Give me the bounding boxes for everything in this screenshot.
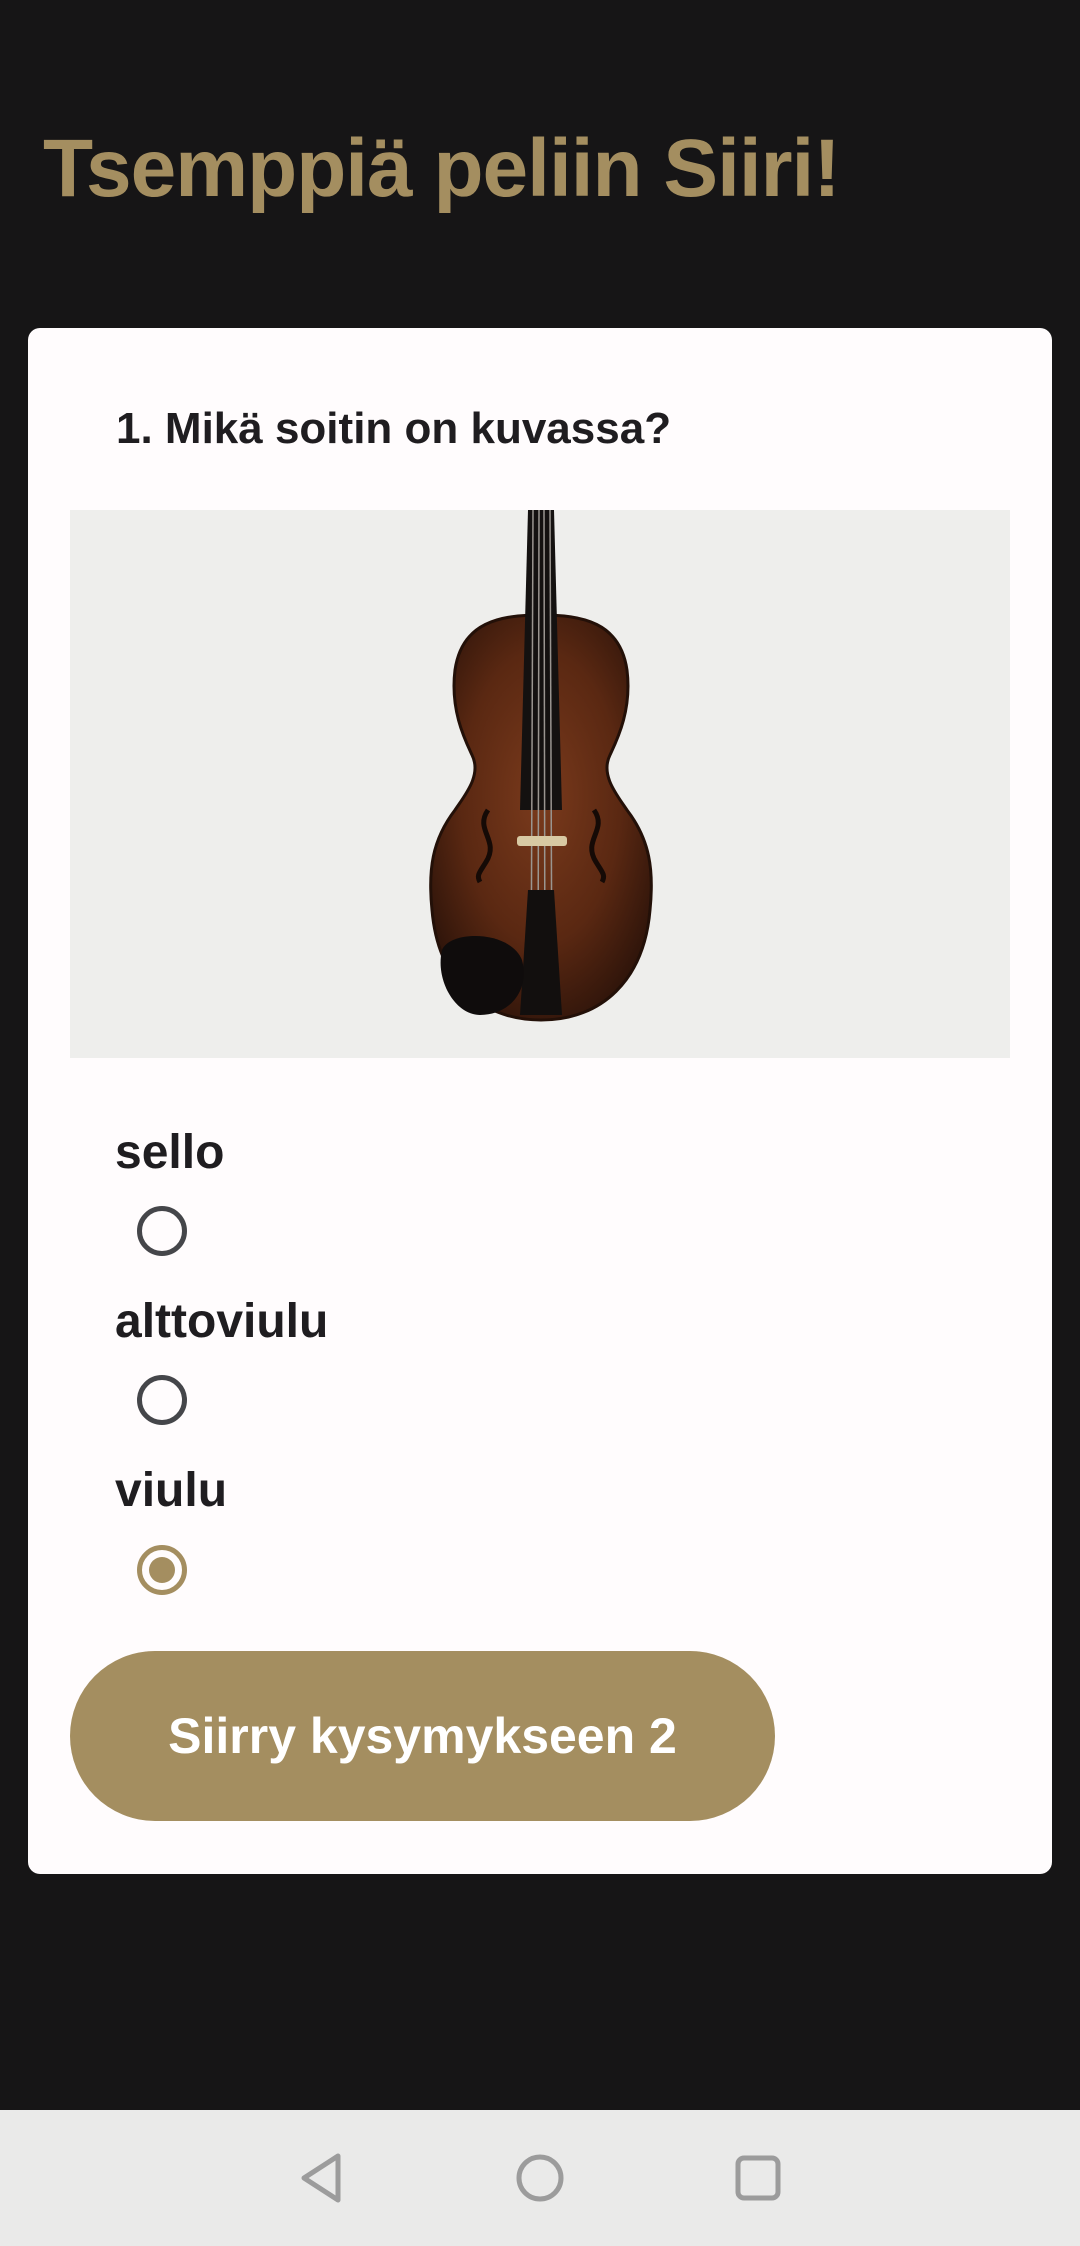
system-nav-bar (0, 2110, 1080, 2246)
recents-square-icon[interactable] (726, 2146, 790, 2210)
question-text: 1. Mikä soitin on kuvassa? (116, 404, 672, 453)
next-question-button[interactable]: Siirry kysymykseen 2 (70, 1651, 775, 1821)
radio-alttoviulu[interactable] (137, 1375, 187, 1425)
radio-sello[interactable] (137, 1206, 187, 1256)
question-image (70, 510, 1010, 1058)
option-label-alttoviulu: alttoviulu (115, 1295, 329, 1348)
option-label-viulu: viulu (115, 1464, 228, 1517)
back-triangle-icon[interactable] (290, 2146, 354, 2210)
radio-viulu[interactable] (137, 1545, 187, 1595)
option-label-sello: sello (115, 1126, 225, 1179)
violin-icon (429, 510, 653, 1022)
home-circle-icon[interactable] (508, 2146, 572, 2210)
quiz-card: 1. Mikä soitin on kuvassa? sello alttovi… (28, 328, 1052, 1874)
page-title: Tsemppiä peliin Siiri! (43, 123, 841, 214)
